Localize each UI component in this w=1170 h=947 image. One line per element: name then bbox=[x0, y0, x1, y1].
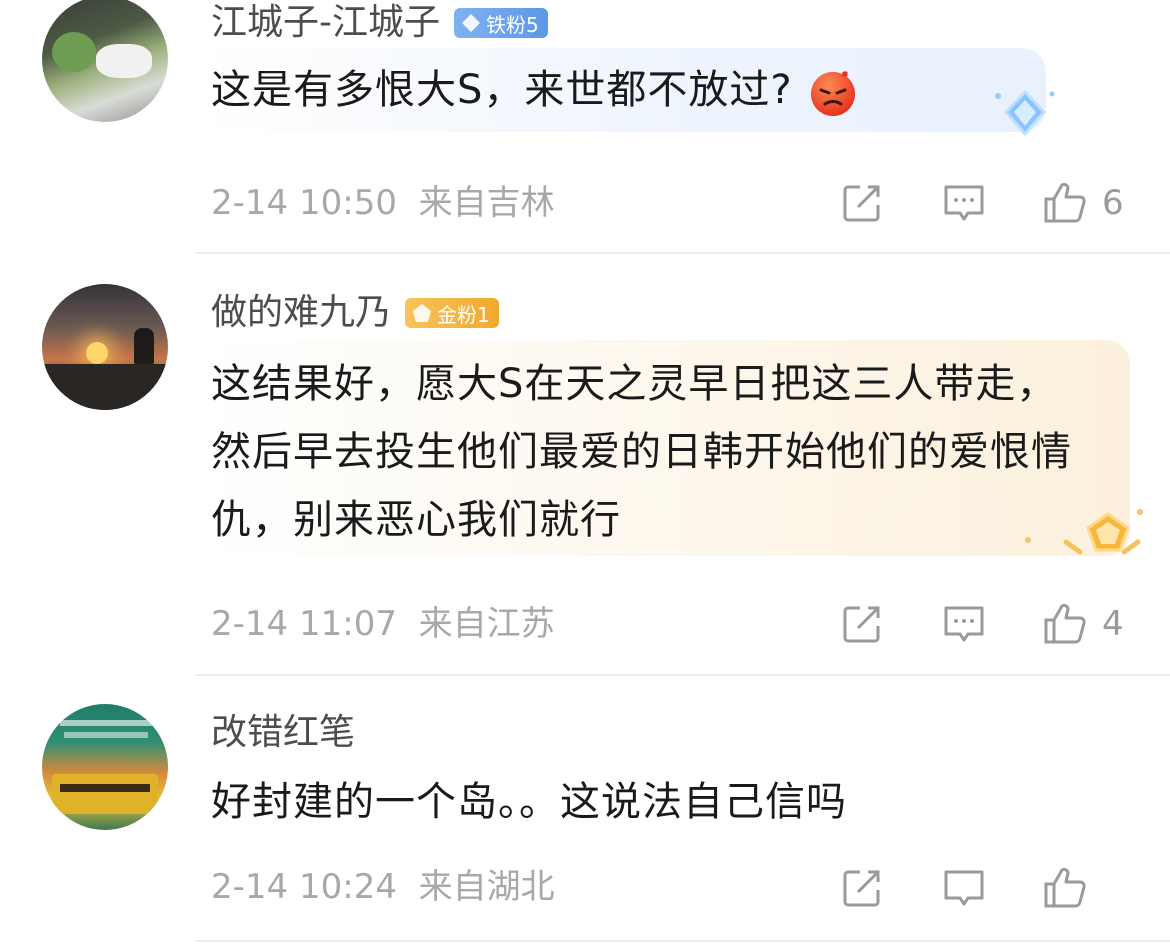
comment-header: 江城子-江城子 铁粉5 bbox=[211, 0, 548, 46]
comment-location: 来自江苏 bbox=[418, 604, 555, 644]
avatar[interactable] bbox=[42, 0, 168, 122]
username[interactable]: 江城子-江城子 bbox=[211, 0, 440, 46]
fan-badge[interactable]: 铁粉5 bbox=[454, 8, 548, 38]
comment-actions bbox=[838, 864, 1088, 912]
reply-button[interactable] bbox=[940, 865, 988, 911]
comment-header: 改错红笔 bbox=[211, 710, 355, 756]
comment-text-content: 这结果好，愿大S在天之灵早日把这三人带走，然后早去投生他们最爱的日韩开始他们的爱… bbox=[211, 361, 1072, 543]
comment-item: 改错红笔 好封建的一个岛。。这说法自己信吗 2-14 10:24 来自湖北 bbox=[0, 676, 1170, 947]
share-icon bbox=[843, 185, 880, 222]
comment-time: 2-14 11:07 bbox=[211, 604, 397, 644]
share-button[interactable] bbox=[838, 601, 886, 647]
comment-meta: 2-14 10:24 来自湖北 bbox=[211, 864, 555, 910]
thumbs-up-icon bbox=[1044, 603, 1086, 644]
comment-text: 这结果好，愿大S在天之灵早日把这三人带走，然后早去投生他们最爱的日韩开始他们的爱… bbox=[211, 350, 1091, 554]
comment-time: 2-14 10:24 bbox=[211, 867, 397, 907]
divider bbox=[196, 940, 1170, 942]
share-icon bbox=[843, 870, 880, 907]
comment-actions: 4 bbox=[838, 601, 1124, 647]
comment-icon bbox=[944, 185, 984, 221]
like-count: 6 bbox=[1102, 183, 1124, 223]
comment-text-content: 好封建的一个岛。。这说法自己信吗 bbox=[211, 779, 847, 825]
diamond-icon bbox=[462, 14, 480, 32]
share-button[interactable] bbox=[838, 180, 886, 226]
like-button[interactable] bbox=[1040, 180, 1088, 226]
fan-badge-label: 金粉1 bbox=[437, 302, 490, 327]
comment-text: 这是有多恨大S，来世都不放过? bbox=[211, 56, 1091, 124]
reply-button[interactable] bbox=[940, 601, 988, 647]
angry-face-emoji bbox=[807, 66, 859, 118]
comment-item: 做的难九乃 金粉1 这结果好，愿大S在天之灵早日把这三人带走，然后早去投生他们最… bbox=[0, 254, 1170, 674]
fan-badge-label: 铁粉5 bbox=[486, 12, 539, 37]
fan-badge[interactable]: 金粉1 bbox=[405, 298, 499, 328]
comment-text: 好封建的一个岛。。这说法自己信吗 bbox=[211, 768, 1091, 836]
pentagon-icon bbox=[413, 304, 432, 322]
thumbs-up-icon bbox=[1044, 867, 1086, 908]
thumbs-up-icon bbox=[1044, 182, 1086, 223]
username[interactable]: 改错红笔 bbox=[211, 710, 355, 756]
comment-meta: 2-14 11:07 来自江苏 bbox=[211, 601, 555, 647]
comment-icon bbox=[944, 870, 984, 906]
comment-location: 来自吉林 bbox=[418, 183, 555, 223]
username[interactable]: 做的难九乃 bbox=[211, 290, 391, 336]
comment-meta: 2-14 10:50 来自吉林 bbox=[211, 180, 555, 226]
like-count: 4 bbox=[1102, 604, 1124, 644]
share-button[interactable] bbox=[838, 865, 886, 911]
avatar[interactable] bbox=[42, 284, 168, 410]
comment-icon bbox=[944, 606, 984, 642]
avatar[interactable] bbox=[42, 704, 168, 830]
reply-button[interactable] bbox=[940, 180, 988, 226]
like-button[interactable] bbox=[1040, 865, 1088, 911]
comment-location: 来自湖北 bbox=[418, 867, 555, 907]
share-icon bbox=[843, 606, 880, 643]
comment-text-content: 这是有多恨大S，来世都不放过? bbox=[211, 67, 793, 113]
comment-time: 2-14 10:50 bbox=[211, 183, 397, 223]
like-button[interactable] bbox=[1040, 601, 1088, 647]
comment-header: 做的难九乃 金粉1 bbox=[211, 290, 499, 336]
comment-item: 江城子-江城子 铁粉5 这是有多恨大S，来世都不放过? 2-14 10:50 来… bbox=[0, 0, 1170, 252]
comment-actions: 6 bbox=[838, 180, 1124, 226]
